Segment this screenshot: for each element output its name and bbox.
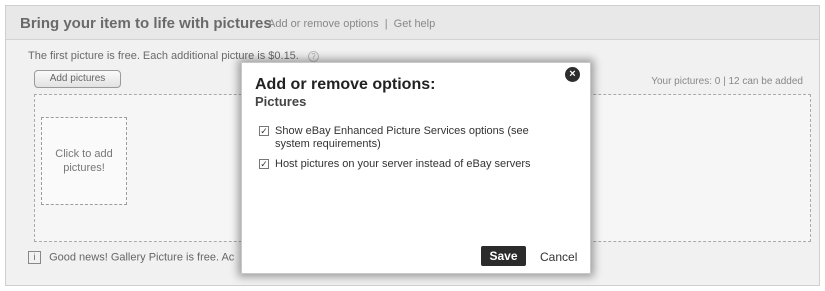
link-separator: | [384,18,388,30]
cancel-link[interactable]: Cancel [540,250,577,264]
host-own-server-checkbox[interactable]: ✓ [259,159,269,169]
enhanced-services-checkbox[interactable]: ✓ [259,126,269,136]
get-help-link[interactable]: Get help [394,18,436,30]
pricing-text: The first picture is free. Each addition… [28,50,299,62]
gallery-notice-text: Good news! Gallery Picture is free. Ac [49,251,235,264]
options-dialog: × Add or remove options: Pictures ✓ Show… [241,62,591,274]
panel-title: Bring your item to life with pictures [20,15,272,32]
panel-header: Bring your item to life with pictures Ad… [6,6,819,40]
option-enhanced-picture-services: ✓ Show eBay Enhanced Picture Services op… [259,125,559,151]
dialog-title: Add or remove options: [255,76,436,93]
save-button[interactable]: Save [481,246,526,266]
click-to-add-box[interactable]: Click to add pictures! [41,117,127,205]
add-remove-options-link[interactable]: Add or remove options [268,18,379,30]
info-icon: i [28,251,41,264]
dialog-subtitle: Pictures [255,94,307,109]
option-label: Show eBay Enhanced Picture Services opti… [275,125,529,150]
help-icon[interactable]: ? [307,50,319,62]
panel-links: Add or remove options | Get help [268,18,435,30]
option-host-own-server: ✓ Host pictures on your server instead o… [259,158,569,171]
add-pictures-button[interactable]: Add pictures [34,70,121,88]
pricing-info: The first picture is free. Each addition… [28,50,319,62]
option-label: Host pictures on your server instead of … [275,158,531,170]
pictures-count: Your pictures: 0 | 12 can be added [651,76,803,87]
close-icon[interactable]: × [565,67,580,82]
gallery-notice: i Good news! Gallery Picture is free. Ac [28,251,234,264]
